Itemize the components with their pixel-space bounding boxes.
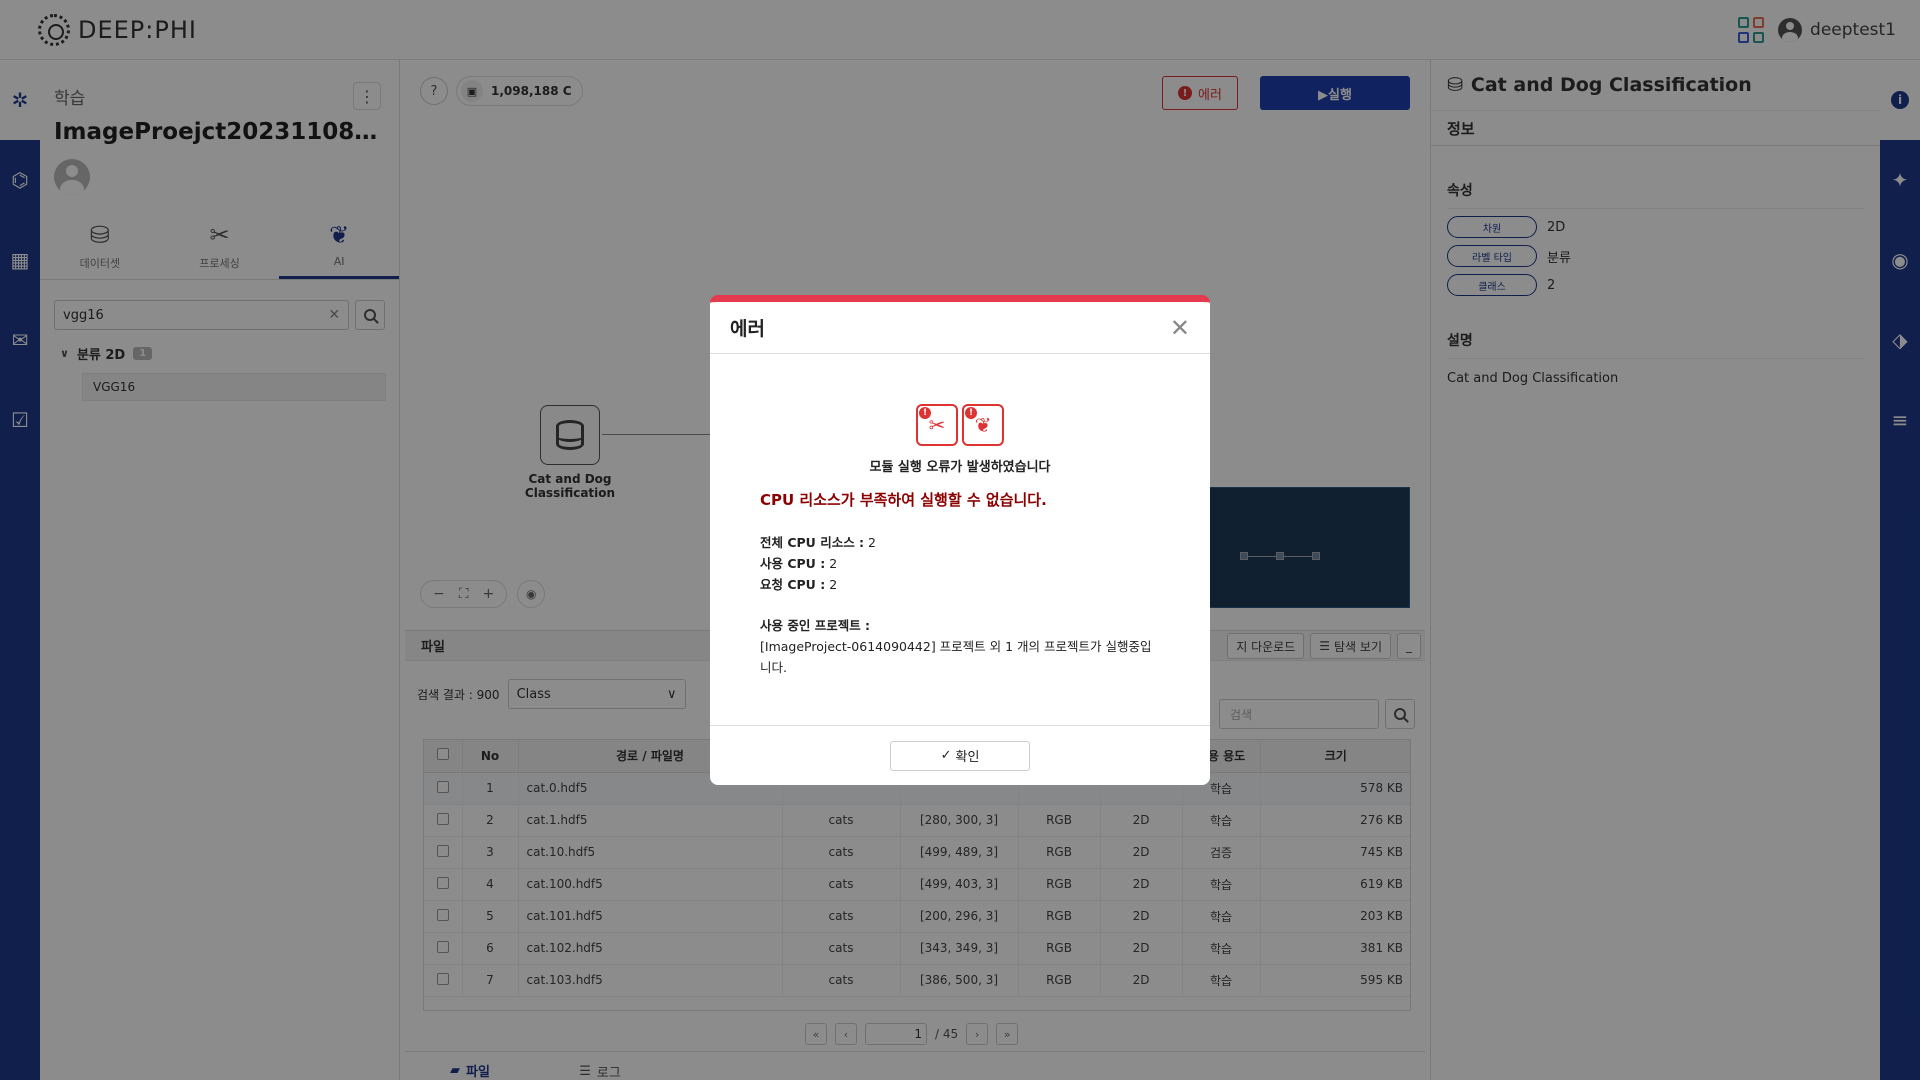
dialog-details: 전체 CPU 리소스 : 2 사용 CPU : 2 요청 CPU : 2 사용 …	[710, 510, 1210, 678]
processing-error-icon: ! ✂	[916, 404, 958, 446]
running-projects: [ImageProject-0614090442] 프로젝트 외 1 개의 프로…	[760, 639, 1152, 675]
dialog-error-text: CPU 리소스가 부족하여 실행할 수 없습니다.	[760, 491, 1047, 509]
close-icon[interactable]: ✕	[1170, 314, 1190, 342]
error-icons: ! ✂ ! ❦	[710, 404, 1210, 446]
ai-error-icon: ! ❦	[962, 404, 1004, 446]
dialog-message: 모듈 실행 오류가 발생하였습니다	[869, 460, 1051, 475]
check-icon: ✓	[940, 748, 952, 763]
dialog-title: 에러	[730, 318, 765, 340]
confirm-button[interactable]: ✓ 확인	[890, 740, 1030, 771]
error-dialog: 에러 ✕ ! ✂ ! ❦ 모듈 실행 오류가 발생하였습니다 CPU 리소스가 부족…	[710, 295, 1210, 785]
